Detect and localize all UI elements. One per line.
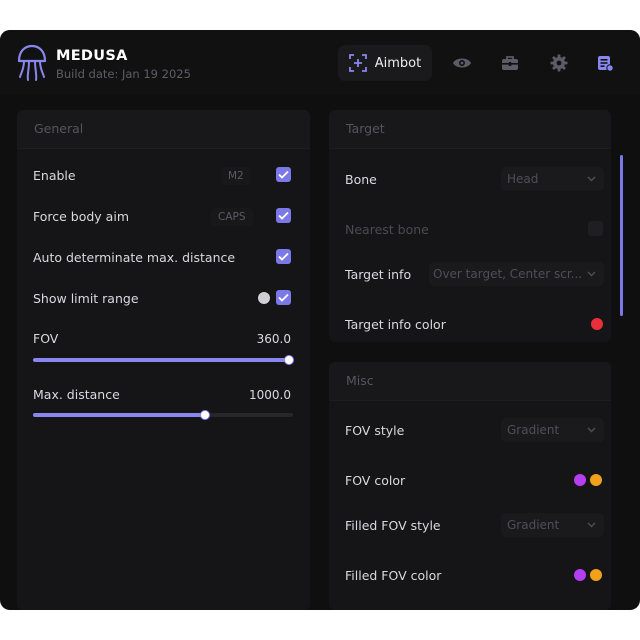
target-panel-title: Target xyxy=(346,121,385,136)
fov-style-dropdown-value: Gradient xyxy=(507,423,560,437)
fov-value: 360.0 xyxy=(256,332,291,346)
tab-settings[interactable] xyxy=(541,45,577,81)
auto-max-distance-label: Auto determinate max. distance xyxy=(33,250,236,265)
target-panel: Target Bone Head Nearest bone Target inf… xyxy=(329,110,611,342)
chevron-down-icon xyxy=(587,427,596,433)
tab-visuals[interactable] xyxy=(444,45,480,81)
crosshair-icon xyxy=(348,54,367,72)
max-distance-value: 1000.0 xyxy=(249,388,291,402)
filled-fov-style-dropdown-value: Gradient xyxy=(507,518,560,532)
nearest-bone-label: Nearest bone xyxy=(345,222,429,237)
fov-color-swatch-secondary[interactable] xyxy=(590,474,602,486)
show-limit-range-label: Show limit range xyxy=(33,291,139,306)
eye-icon xyxy=(453,58,471,68)
config-list-icon xyxy=(598,56,614,72)
misc-panel-title: Misc xyxy=(346,373,374,388)
fov-style-label: FOV style xyxy=(345,423,405,438)
target-scrollbar[interactable] xyxy=(620,155,623,316)
fov-slider[interactable] xyxy=(33,355,294,365)
jellyfish-logo-icon xyxy=(17,44,47,81)
general-panel: General Enable M2 Force body aim CAPS Au… xyxy=(17,110,310,610)
misc-panel-header: Misc xyxy=(329,362,611,401)
bone-dropdown-value: Head xyxy=(507,172,539,186)
chevron-down-icon xyxy=(587,522,596,528)
force-body-aim-label: Force body aim xyxy=(33,209,129,224)
target-info-dropdown[interactable]: Over target, Center scr... xyxy=(429,262,604,286)
target-info-color-label: Target info color xyxy=(345,317,446,332)
filled-fov-color-label: Filled FOV color xyxy=(345,568,442,583)
build-date: Build date: Jan 19 2025 xyxy=(56,67,191,81)
app-title: MEDUSA xyxy=(56,48,128,64)
checkmark-icon xyxy=(278,293,289,302)
checkmark-icon xyxy=(278,252,289,261)
bone-label: Bone xyxy=(345,172,377,187)
tab-aimbot-label: Aimbot xyxy=(374,55,422,71)
show-limit-range-checkbox[interactable] xyxy=(276,290,291,305)
filled-fov-style-label: Filled FOV style xyxy=(345,518,441,533)
chevron-down-icon xyxy=(587,176,596,182)
auto-max-distance-checkbox[interactable] xyxy=(276,249,291,264)
fov-slider-fill xyxy=(33,358,289,362)
enable-label: Enable xyxy=(33,168,76,183)
checkmark-icon xyxy=(278,170,289,179)
filled-fov-color-swatch-secondary[interactable] xyxy=(590,569,602,581)
tab-configs[interactable] xyxy=(587,45,623,81)
misc-panel: Misc FOV style Gradient FOV color Filled… xyxy=(329,362,611,610)
target-info-color-swatch[interactable] xyxy=(591,318,603,330)
fov-color-label: FOV color xyxy=(345,473,406,488)
fov-style-dropdown[interactable]: Gradient xyxy=(501,418,604,442)
limit-range-color-swatch[interactable] xyxy=(258,292,270,304)
chevron-down-icon xyxy=(587,271,596,277)
gear-icon xyxy=(550,54,568,72)
title-bar: MEDUSA Build date: Jan 19 2025 Aimbot xyxy=(0,30,640,95)
max-distance-slider-handle[interactable] xyxy=(200,410,210,420)
max-distance-slider-fill xyxy=(33,413,205,417)
fov-color-swatch-primary[interactable] xyxy=(574,474,586,486)
max-distance-slider[interactable] xyxy=(33,410,293,420)
fov-label: FOV xyxy=(33,331,59,346)
filled-fov-style-dropdown[interactable]: Gradient xyxy=(501,513,604,537)
enable-keybind[interactable]: M2 xyxy=(221,167,251,185)
general-panel-header: General xyxy=(17,110,310,149)
fov-slider-handle[interactable] xyxy=(284,355,294,365)
app-window: MEDUSA Build date: Jan 19 2025 Aimbot Ge… xyxy=(0,30,640,610)
tab-misc-tools[interactable] xyxy=(492,45,528,81)
enable-checkbox[interactable] xyxy=(276,167,291,182)
bone-dropdown[interactable]: Head xyxy=(501,167,604,191)
checkmark-icon xyxy=(278,211,289,220)
max-distance-label: Max. distance xyxy=(33,387,120,402)
target-info-label: Target info xyxy=(345,267,412,282)
tab-aimbot[interactable]: Aimbot xyxy=(338,45,432,81)
nearest-bone-checkbox[interactable] xyxy=(588,221,603,236)
target-info-dropdown-value: Over target, Center scr... xyxy=(433,267,583,281)
force-body-aim-keybind[interactable]: CAPS xyxy=(211,208,253,226)
toolbox-icon xyxy=(502,56,518,70)
general-panel-title: General xyxy=(34,121,84,136)
filled-fov-color-swatch-primary[interactable] xyxy=(574,569,586,581)
target-panel-header: Target xyxy=(329,110,611,149)
force-body-aim-checkbox[interactable] xyxy=(276,208,291,223)
